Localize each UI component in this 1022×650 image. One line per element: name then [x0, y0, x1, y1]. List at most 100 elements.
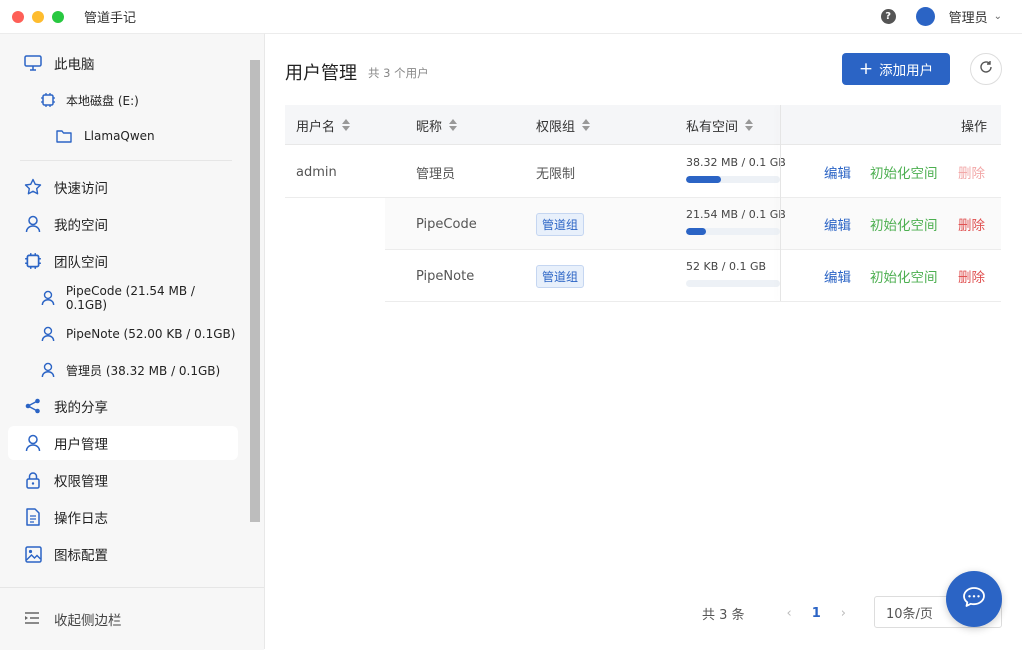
chevron-down-icon[interactable]: ⌄ [994, 11, 1002, 22]
quota-progress-bar [686, 228, 780, 235]
user-icon [40, 326, 56, 342]
sidebar-item-label: 快速访问 [54, 181, 108, 197]
quota-progress-fill [686, 228, 706, 235]
sort-icon[interactable] [745, 119, 754, 131]
sidebar-item-partial[interactable] [8, 574, 238, 584]
init-space-button[interactable]: 初始化空间 [870, 198, 938, 250]
cell-username: admin [296, 164, 337, 180]
sidebar-item-label: 权限管理 [54, 474, 108, 490]
user-icon [24, 215, 42, 233]
scrollbar-thumb[interactable] [250, 60, 260, 522]
prev-page-icon[interactable]: ‹ [787, 606, 792, 621]
column-header-username[interactable]: 用户名 [296, 105, 351, 145]
sort-icon[interactable] [342, 119, 351, 131]
user-menu-name[interactable]: 管理员 [949, 7, 988, 26]
sidebar-item-operation-log[interactable]: 操作日志 [8, 500, 238, 534]
sidebar-item-this-pc[interactable]: 此电脑 [8, 46, 238, 80]
sidebar-item-label: 管理员 (38.32 MB / 0.1GB) [66, 363, 221, 378]
maximize-window-button[interactable] [52, 10, 64, 23]
table-row: PipeNote 管道组 52 KB / 0.1 GB 编辑 初始化空间 删除 [285, 250, 1001, 302]
sidebar-item-team-pipenote[interactable]: PipeNote (52.00 KB / 0.1GB) [8, 317, 238, 351]
sidebar-item-team-space[interactable]: 团队空间 [8, 244, 238, 278]
square-icon [24, 582, 42, 584]
table-row: PipeCode 管道组 21.54 MB / 0.1 GB 编辑 初始化空间 … [285, 198, 1001, 250]
add-user-label: 添加用户 [879, 63, 934, 79]
sort-icon[interactable] [582, 119, 591, 131]
sidebar-item-label: 团队空间 [54, 255, 108, 271]
sidebar-item-label: 操作日志 [54, 511, 108, 527]
sidebar-item-llamaqwen[interactable]: LlamaQwen [8, 119, 238, 153]
user-icon [40, 290, 56, 306]
cell-quota: 21.54 MB / 0.1 GB [686, 208, 786, 235]
sidebar-item-user-management[interactable]: 用户管理 [8, 426, 238, 460]
share-icon [24, 397, 42, 415]
group-tag: 管道组 [536, 212, 585, 236]
sidebar-item-quick-access[interactable]: 快速访问 [8, 170, 238, 204]
minimize-window-button[interactable] [32, 10, 44, 23]
star-icon [24, 178, 42, 196]
chip-icon [40, 92, 56, 108]
add-user-button[interactable]: + 添加用户 [842, 53, 950, 85]
edit-button[interactable]: 编辑 [824, 146, 851, 198]
folder-icon [56, 128, 72, 144]
cell-group: 无限制 [536, 166, 576, 182]
table-row: admin 管理员 无限制 38.32 MB / 0.1 GB 编辑 初始化空间… [285, 146, 1001, 198]
chip-icon [24, 252, 42, 270]
close-window-button[interactable] [12, 10, 24, 23]
sidebar-scroll-area: 此电脑 本地磁盘 (E:) LlamaQwen 快速访问 我的空间 团队空间 P… [0, 34, 247, 584]
fixed-column-divider [780, 105, 781, 301]
collapse-sidebar-button[interactable]: 收起侧边栏 [0, 587, 264, 650]
column-label: 权限组 [536, 119, 576, 135]
sidebar-item-team-admin[interactable]: 管理员 (38.32 MB / 0.1GB) [8, 353, 238, 387]
sidebar-item-label: PipeCode (21.54 MB / 0.1GB) [65, 284, 195, 312]
sidebar-scrollbar[interactable] [249, 60, 260, 620]
sidebar: 此电脑 本地磁盘 (E:) LlamaQwen 快速访问 我的空间 团队空间 P… [0, 33, 265, 650]
column-header-nickname[interactable]: 昵称 [416, 105, 458, 145]
cell-group: 管道组 [536, 198, 585, 250]
chat-floating-button[interactable] [946, 571, 1002, 627]
column-header-actions: 操作 [961, 105, 987, 145]
quota-text: 38.32 MB / 0.1 GB [686, 156, 786, 169]
sidebar-item-team-pipecode[interactable]: PipeCode (21.54 MB / 0.1GB) [8, 281, 238, 315]
edit-button[interactable]: 编辑 [824, 198, 851, 250]
quota-text: 21.54 MB / 0.1 GB [686, 208, 786, 221]
refresh-button[interactable] [970, 53, 1002, 85]
column-label: 私有空间 [686, 119, 739, 135]
user-icon [24, 434, 42, 452]
cell-username [285, 250, 385, 302]
delete-button[interactable]: 删除 [958, 250, 985, 302]
sidebar-item-local-disk[interactable]: 本地磁盘 (E:) [8, 83, 238, 117]
sidebar-item-label: 我的空间 [54, 218, 108, 234]
sidebar-item-my-share[interactable]: 我的分享 [8, 389, 238, 423]
app-title: 管道手记 [84, 11, 137, 26]
edit-button[interactable]: 编辑 [824, 250, 851, 302]
sidebar-item-icon-config[interactable]: 图标配置 [8, 537, 238, 571]
sidebar-item-permission-management[interactable]: 权限管理 [8, 463, 238, 497]
init-space-button[interactable]: 初始化空间 [870, 250, 938, 302]
collapse-sidebar-label: 收起侧边栏 [54, 613, 122, 629]
cell-nickname: 管理员 [416, 166, 456, 182]
group-tag: 管道组 [536, 264, 585, 288]
cell-quota: 38.32 MB / 0.1 GB [686, 156, 786, 183]
init-space-button[interactable]: 初始化空间 [870, 146, 938, 198]
sidebar-item-label: PipeNote (52.00 KB / 0.1GB) [66, 327, 236, 341]
cell-username [285, 198, 385, 250]
question-circle-icon[interactable]: ? [880, 9, 896, 24]
sidebar-item-label: LlamaQwen [84, 129, 155, 143]
next-page-icon[interactable]: › [841, 606, 846, 621]
page-number-current[interactable]: 1 [812, 606, 821, 621]
column-header-group[interactable]: 权限组 [536, 105, 591, 145]
page-title: 用户管理 [285, 63, 357, 84]
quota-text: 52 KB / 0.1 GB [686, 260, 767, 273]
column-header-private-space[interactable]: 私有空间 [686, 105, 754, 145]
avatar[interactable] [915, 7, 935, 26]
pagination-total: 共 3 条 [702, 607, 745, 623]
sidebar-item-label: 用户管理 [54, 437, 108, 453]
delete-button[interactable]: 删除 [958, 198, 985, 250]
main-content: 用户管理 共 3 个用户 + 添加用户 用户名 昵称 权限组 私有空间 操作 a… [265, 33, 1022, 649]
sort-icon[interactable] [449, 119, 458, 131]
column-label: 操作 [961, 119, 988, 135]
sidebar-item-label: 我的分享 [54, 400, 108, 416]
sidebar-item-label: 本地磁盘 (E:) [66, 93, 139, 108]
sidebar-item-my-space[interactable]: 我的空间 [8, 207, 238, 241]
